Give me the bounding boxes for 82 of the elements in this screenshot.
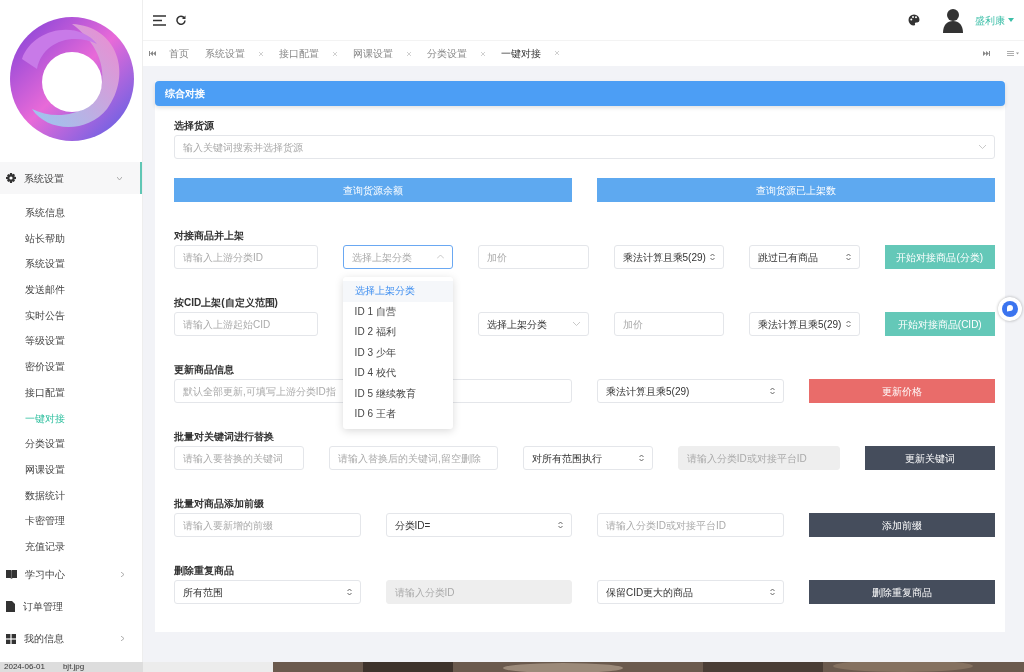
input-field[interactable]: 请输入要新增的前缀 [174,513,361,537]
dropdown-option[interactable]: ID 1 自营 [342,301,454,322]
window-text: 2024-06-01 [4,662,45,672]
card-title: 综合对接 [155,81,1005,106]
sort-icon [845,320,851,328]
select-field[interactable]: 分类ID= [385,513,572,537]
sidebar-item[interactable]: 订单管理 [0,591,142,622]
book-icon [6,570,17,580]
section-title: 删除重复商品 [174,564,234,577]
tab-menu-icon[interactable] [1006,51,1019,56]
sidebar-item[interactable]: 我的信息 [0,623,142,654]
sidebar-subitem[interactable]: 发送邮件 [0,277,142,303]
sidebar-subitem[interactable]: 分类设置 [0,431,142,457]
field-label: 选择货源 [174,119,214,132]
select-field[interactable]: 乘法计算且乘5(29) [749,312,860,336]
sidebar-item[interactable]: 系统设置 [0,162,142,194]
input-field[interactable]: 加价 [478,245,589,269]
action-button[interactable]: 添加前缀 [808,513,995,537]
first-page-icon[interactable] [148,51,156,56]
last-page-icon[interactable] [983,51,990,56]
chevron-right-icon [121,636,124,642]
grid-icon [6,633,16,644]
source-select[interactable]: 输入关键词搜索并选择货源 [174,135,995,159]
sidebar-subitem[interactable]: 卡密管理 [0,508,142,534]
select-field[interactable]: 选择上架分类 [478,312,589,336]
section-title: 批量对商品添加前缀 [174,497,264,510]
avatar-icon[interactable] [941,7,966,33]
sidebar-subitem[interactable]: 站长帮助 [0,225,142,252]
sort-icon [769,387,775,395]
sidebar-subitem[interactable]: 实时公告 [0,302,142,329]
input-field[interactable]: 请输入要替换的关键词 [174,446,304,470]
chat-icon [1002,301,1018,317]
dropdown-option[interactable]: ID 5 继续教育 [342,383,454,404]
action-button[interactable]: 更新关键词 [865,446,995,470]
dropdown-option[interactable]: ID 2 福利 [342,322,454,343]
section-title: 更新商品信息 [174,363,234,376]
input-field[interactable]: 请输入上游起始CID [174,312,318,336]
select-field[interactable]: 保留CID更大的商品 [597,580,784,604]
sidebar-subitem[interactable]: 密价设置 [0,354,142,380]
chevron-down-icon [117,176,122,180]
section-title: 按CID上架(自定义范围) [174,296,278,309]
select-field[interactable]: 乘法计算且乘5(29) [597,379,784,403]
chevron-down-icon [572,322,580,326]
select-field[interactable]: 所有范围 [174,580,361,604]
sidebar-subitem[interactable]: 系统设置 [0,251,142,278]
gear-icon [6,173,16,183]
sort-icon [638,454,644,462]
select-field[interactable]: 对所有范围执行 [522,446,653,470]
dropdown-option[interactable]: ID 6 王者 [342,404,454,425]
file-icon [6,601,15,613]
sort-icon [710,253,716,261]
input-field[interactable]: 加价 [613,312,725,336]
input-field[interactable]: 请输入上游分类ID [174,245,318,269]
sidebar-subitem[interactable]: 充值记录 [0,533,142,560]
refresh-icon[interactable] [176,15,186,25]
sidebar-subitem[interactable]: 接口配置 [0,379,142,406]
dropdown-option[interactable]: ID 4 校代 [342,363,454,384]
window-text: bjt.jpg [62,662,85,672]
select-field[interactable]: 跳过已有商品 [749,245,860,269]
sidebar-subitem[interactable]: 数据统计 [0,482,142,509]
chevron-down-icon [979,145,986,149]
sidebar-item[interactable]: 学习中心 [0,559,142,590]
chevron-right-icon [121,572,124,578]
sort-icon [769,588,775,596]
menu-icon[interactable] [153,14,166,26]
palette-icon[interactable] [908,14,921,26]
sidebar-subitem[interactable]: 系统信息 [0,200,142,226]
sort-icon [845,253,851,261]
sort-icon [558,521,563,529]
sort-icon [346,588,352,596]
section-title: 对接商品并上架 [174,229,244,242]
input-field[interactable]: 请输入分类ID或对接平台ID [597,513,784,537]
dropdown-option[interactable]: ID 3 少年 [342,342,454,363]
sidebar-subitem[interactable]: 网课设置 [0,456,142,483]
select-field[interactable]: 选择上架分类 [342,245,454,269]
sidebar-subitem[interactable]: 等级设置 [0,328,142,355]
logo-icon [7,14,137,144]
caret-icon[interactable] [1008,18,1014,22]
input-field[interactable]: 请输入替换后的关键词,留空删除 [328,446,498,470]
action-button[interactable]: 删除重复商品 [808,580,995,604]
section-title: 批量对关键词进行替换 [174,430,274,443]
select-field[interactable]: 乘法计算且乘5(29) [613,245,725,269]
